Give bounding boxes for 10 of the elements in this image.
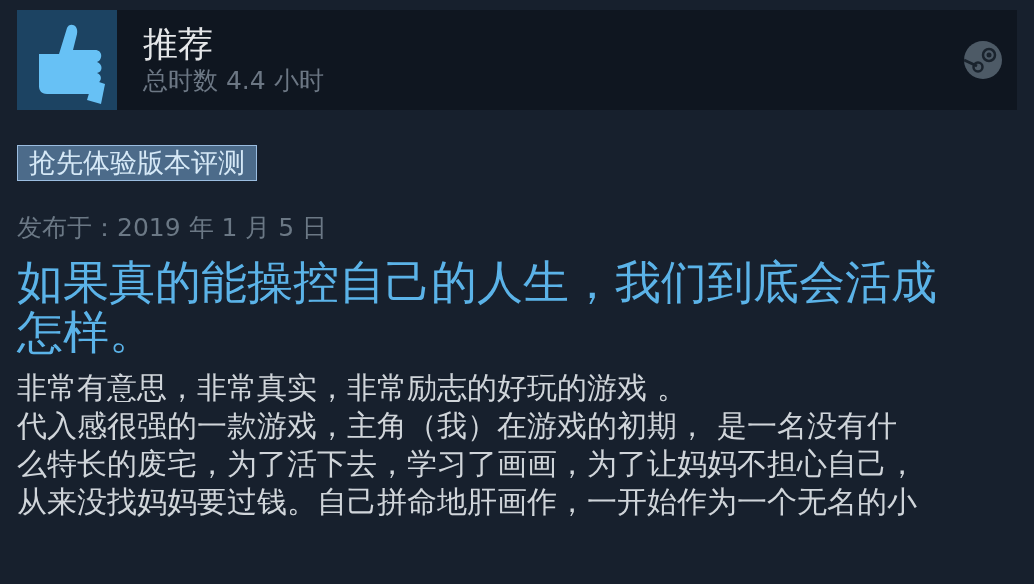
posted-date: 发布于：2019 年 1 月 5 日 bbox=[17, 212, 329, 244]
review-text-line: 代入感很强的一款游戏，主角（我）在游戏的初期， 是一名没有什 bbox=[17, 407, 898, 445]
review-text-line: 从来没找妈妈要过钱。自己拼命地肝画作，一开始作为一个无名的小 bbox=[17, 483, 918, 521]
review-text-line: 么特长的废宅，为了活下去，学习了画画，为了让妈妈不担心自己， bbox=[17, 445, 918, 483]
review-headline: 如果真的能操控自己的人生，我们到底会活成怎样。 bbox=[17, 257, 938, 357]
playtime-text: 总时数 4.4 小时 bbox=[143, 65, 325, 97]
review-text-line: 非常有意思，非常真实，非常励志的好玩的游戏 。 bbox=[17, 369, 688, 407]
early-access-badge: 抢先体验版本评测 bbox=[17, 145, 257, 181]
steam-logo-icon bbox=[963, 40, 1003, 80]
review-verdict: 推荐 bbox=[143, 23, 214, 65]
